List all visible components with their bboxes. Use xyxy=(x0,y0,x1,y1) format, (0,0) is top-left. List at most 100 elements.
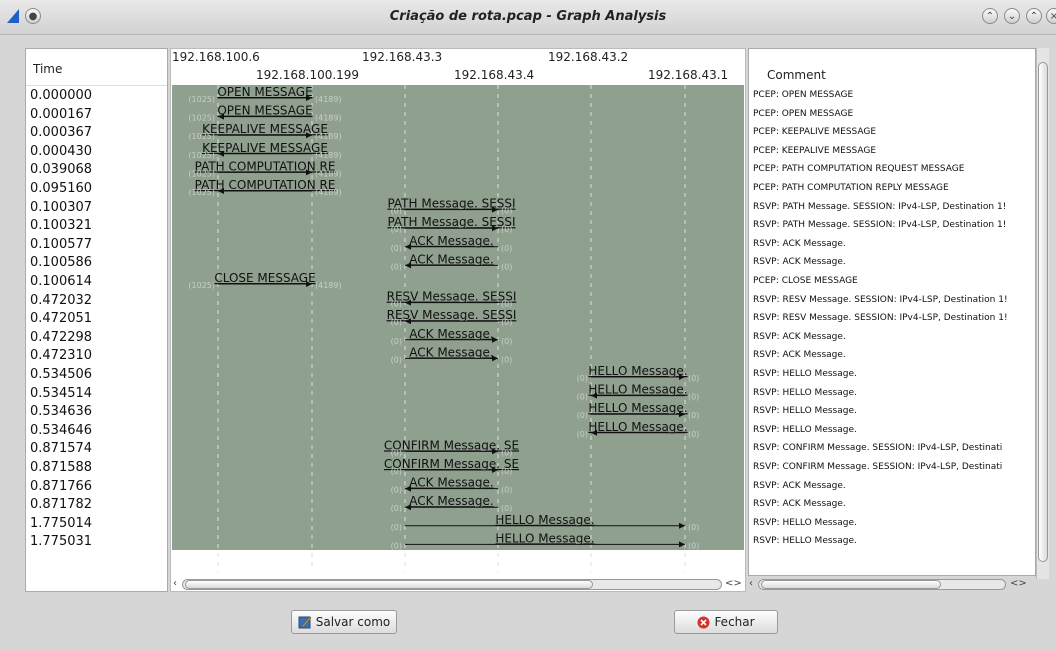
message-arrow: PATH COMPUTATION RE(1025) (4189) xyxy=(188,159,341,178)
dest-port-label: (0) xyxy=(688,393,699,402)
dest-port-label: (0) xyxy=(688,541,699,550)
comment-cell[interactable]: RSVP: PATH Message. SESSION: IPv4-LSP, D… xyxy=(753,202,1006,212)
graph-scroll-arrows[interactable]: <> xyxy=(725,578,742,589)
message-label: HELLO Message. xyxy=(588,364,687,378)
graph-hscroll-thumb[interactable] xyxy=(185,580,593,589)
comment-cell[interactable]: RSVP: ACK Message. xyxy=(753,350,846,360)
save-edit-icon xyxy=(298,616,312,629)
dest-port-label: (4189) xyxy=(315,188,342,197)
message-label: OPEN MESSAGE xyxy=(217,85,312,99)
comment-hscrollbar[interactable] xyxy=(758,579,1006,590)
comment-scroll-arrows[interactable]: <> xyxy=(1010,578,1027,589)
comment-cell[interactable]: PCEP: CLOSE MESSAGE xyxy=(753,276,858,286)
comment-cell[interactable]: RSVP: HELLO Message. xyxy=(753,369,857,379)
message-arrow: HELLO Message.(0) (0) xyxy=(577,420,700,439)
dest-port-label: (0) xyxy=(501,262,512,271)
message-arrow: HELLO Message.(0) (0) xyxy=(577,383,700,402)
dest-port-label: (0) xyxy=(501,225,512,234)
comment-vscrollbar[interactable] xyxy=(1036,48,1049,579)
source-port-label: (0) xyxy=(391,318,402,327)
message-arrow: OPEN MESSAGE(1025) (4189) xyxy=(188,85,341,104)
message-label: HELLO Message. xyxy=(588,420,687,434)
comment-vscroll-thumb[interactable] xyxy=(1038,62,1048,562)
comment-cell[interactable]: PCEP: OPEN MESSAGE xyxy=(753,109,853,119)
dest-port-label: (0) xyxy=(688,374,699,383)
comment-cell[interactable]: PCEP: PATH COMPUTATION REQUEST MESSAGE xyxy=(753,164,964,174)
source-port-label: (0) xyxy=(391,541,402,550)
comment-cell[interactable]: RSVP: ACK Message. xyxy=(753,332,846,342)
message-label: RESV Message. SESSI xyxy=(387,290,517,304)
save-as-button[interactable]: Salvar como xyxy=(291,610,397,634)
dest-port-label: (0) xyxy=(501,355,512,364)
source-port-label: (0) xyxy=(577,411,588,420)
save-as-label: Salvar como xyxy=(315,615,391,629)
message-arrow: PATH COMPUTATION RE(1025) (4189) xyxy=(188,178,341,197)
dest-port-label: (0) xyxy=(688,430,699,439)
message-arrow: RESV Message. SESSI(0) (0) xyxy=(387,290,517,309)
message-arrow: HELLO Message.(0) (0) xyxy=(577,401,700,420)
graph-hscrollbar[interactable] xyxy=(182,579,722,590)
comment-cell[interactable]: RSVP: HELLO Message. xyxy=(753,536,857,546)
comment-cell[interactable]: RSVP: ACK Message. xyxy=(753,499,846,509)
comment-cell[interactable]: RSVP: RESV Message. SESSION: IPv4-LSP, D… xyxy=(753,313,1008,323)
comment-cell[interactable]: PCEP: KEEPALIVE MESSAGE xyxy=(753,127,876,137)
dest-port-label: (0) xyxy=(688,523,699,532)
comment-cell[interactable]: RSVP: PATH Message. SESSION: IPv4-LSP, D… xyxy=(753,220,1006,230)
dest-port-label: (0) xyxy=(688,411,699,420)
arrow-head xyxy=(679,541,685,548)
message-arrow: ACK Message. (0) (0) xyxy=(391,345,513,364)
message-label: HELLO Message. xyxy=(495,513,594,527)
comment-cell[interactable]: PCEP: PATH COMPUTATION REPLY MESSAGE xyxy=(753,183,949,193)
source-port-label: (0) xyxy=(391,262,402,271)
comment-cell[interactable]: RSVP: ACK Message. xyxy=(753,239,846,249)
source-port-label: (0) xyxy=(391,225,402,234)
arrow-head xyxy=(679,522,685,529)
message-arrow: ACK Message. (0) (0) xyxy=(391,252,513,271)
comment-cell[interactable]: PCEP: KEEPALIVE MESSAGE xyxy=(753,146,876,156)
message-arrow: ACK Message. (0) (0) xyxy=(391,327,513,346)
message-arrow: CLOSE MESSAGE(1025) (4189) xyxy=(188,271,341,290)
comment-cell[interactable]: PCEP: OPEN MESSAGE xyxy=(753,90,853,100)
source-port-label: (1025) xyxy=(188,281,215,290)
dest-port-label: (0) xyxy=(501,337,512,346)
dest-port-label: (0) xyxy=(501,467,512,476)
message-arrow: PATH Message. SESSI(0) (0) xyxy=(387,215,515,234)
scroll-left-arrow[interactable]: ‹ xyxy=(173,578,177,589)
message-label: ACK Message. xyxy=(409,494,493,508)
dest-port-label: (0) xyxy=(501,486,512,495)
comment-cell[interactable]: RSVP: CONFIRM Message. SESSION: IPv4-LSP… xyxy=(753,462,1002,472)
message-label: CLOSE MESSAGE xyxy=(214,271,315,285)
comment-scroll-left-arrow[interactable]: ‹ xyxy=(749,578,753,589)
comment-header: Comment xyxy=(767,68,826,82)
comment-cell[interactable]: RSVP: HELLO Message. xyxy=(753,406,857,416)
comment-cell[interactable]: RSVP: RESV Message. SESSION: IPv4-LSP, D… xyxy=(753,295,1008,305)
comment-cell[interactable]: RSVP: HELLO Message. xyxy=(753,388,857,398)
comment-cell[interactable]: RSVP: HELLO Message. xyxy=(753,518,857,528)
message-arrow: KEEPALIVE MESSAGE(1025) (4189) xyxy=(188,122,341,141)
source-port-label: (0) xyxy=(391,467,402,476)
message-arrow: KEEPALIVE MESSAGE(1025) (4189) xyxy=(188,141,341,160)
comment-cell[interactable]: RSVP: ACK Message. xyxy=(753,257,846,267)
message-arrow: CONFIRM Message. SE(0) (0) xyxy=(384,457,519,476)
message-arrow: HELLO Message.(0) (0) xyxy=(577,364,700,383)
source-port-label: (0) xyxy=(577,374,588,383)
close-label: Fechar xyxy=(714,615,755,629)
message-arrow: RESV Message. SESSI(0) (0) xyxy=(387,308,517,327)
message-label: PATH Message. SESSI xyxy=(387,197,515,211)
comment-panel: Comment PCEP: OPEN MESSAGE PCEP: OPEN MES… xyxy=(748,48,1036,576)
source-port-label: (0) xyxy=(391,486,402,495)
comment-hscroll-thumb[interactable] xyxy=(761,580,941,589)
close-button[interactable]: Fechar xyxy=(674,610,778,634)
message-label: CONFIRM Message. SE xyxy=(384,457,519,471)
message-label: ACK Message. xyxy=(409,345,493,359)
message-label: CONFIRM Message. SE xyxy=(384,438,519,452)
message-arrow: ACK Message. (0) (0) xyxy=(391,234,513,253)
comment-cell[interactable]: RSVP: ACK Message. xyxy=(753,481,846,491)
dest-port-label: (0) xyxy=(501,318,512,327)
message-label: KEEPALIVE MESSAGE xyxy=(202,122,328,136)
dest-port-label: (0) xyxy=(501,244,512,253)
comment-cell[interactable]: RSVP: CONFIRM Message. SESSION: IPv4-LSP… xyxy=(753,443,1002,453)
message-label: ACK Message. xyxy=(409,476,493,490)
message-label: HELLO Message. xyxy=(495,531,594,545)
comment-cell[interactable]: RSVP: HELLO Message. xyxy=(753,425,857,435)
